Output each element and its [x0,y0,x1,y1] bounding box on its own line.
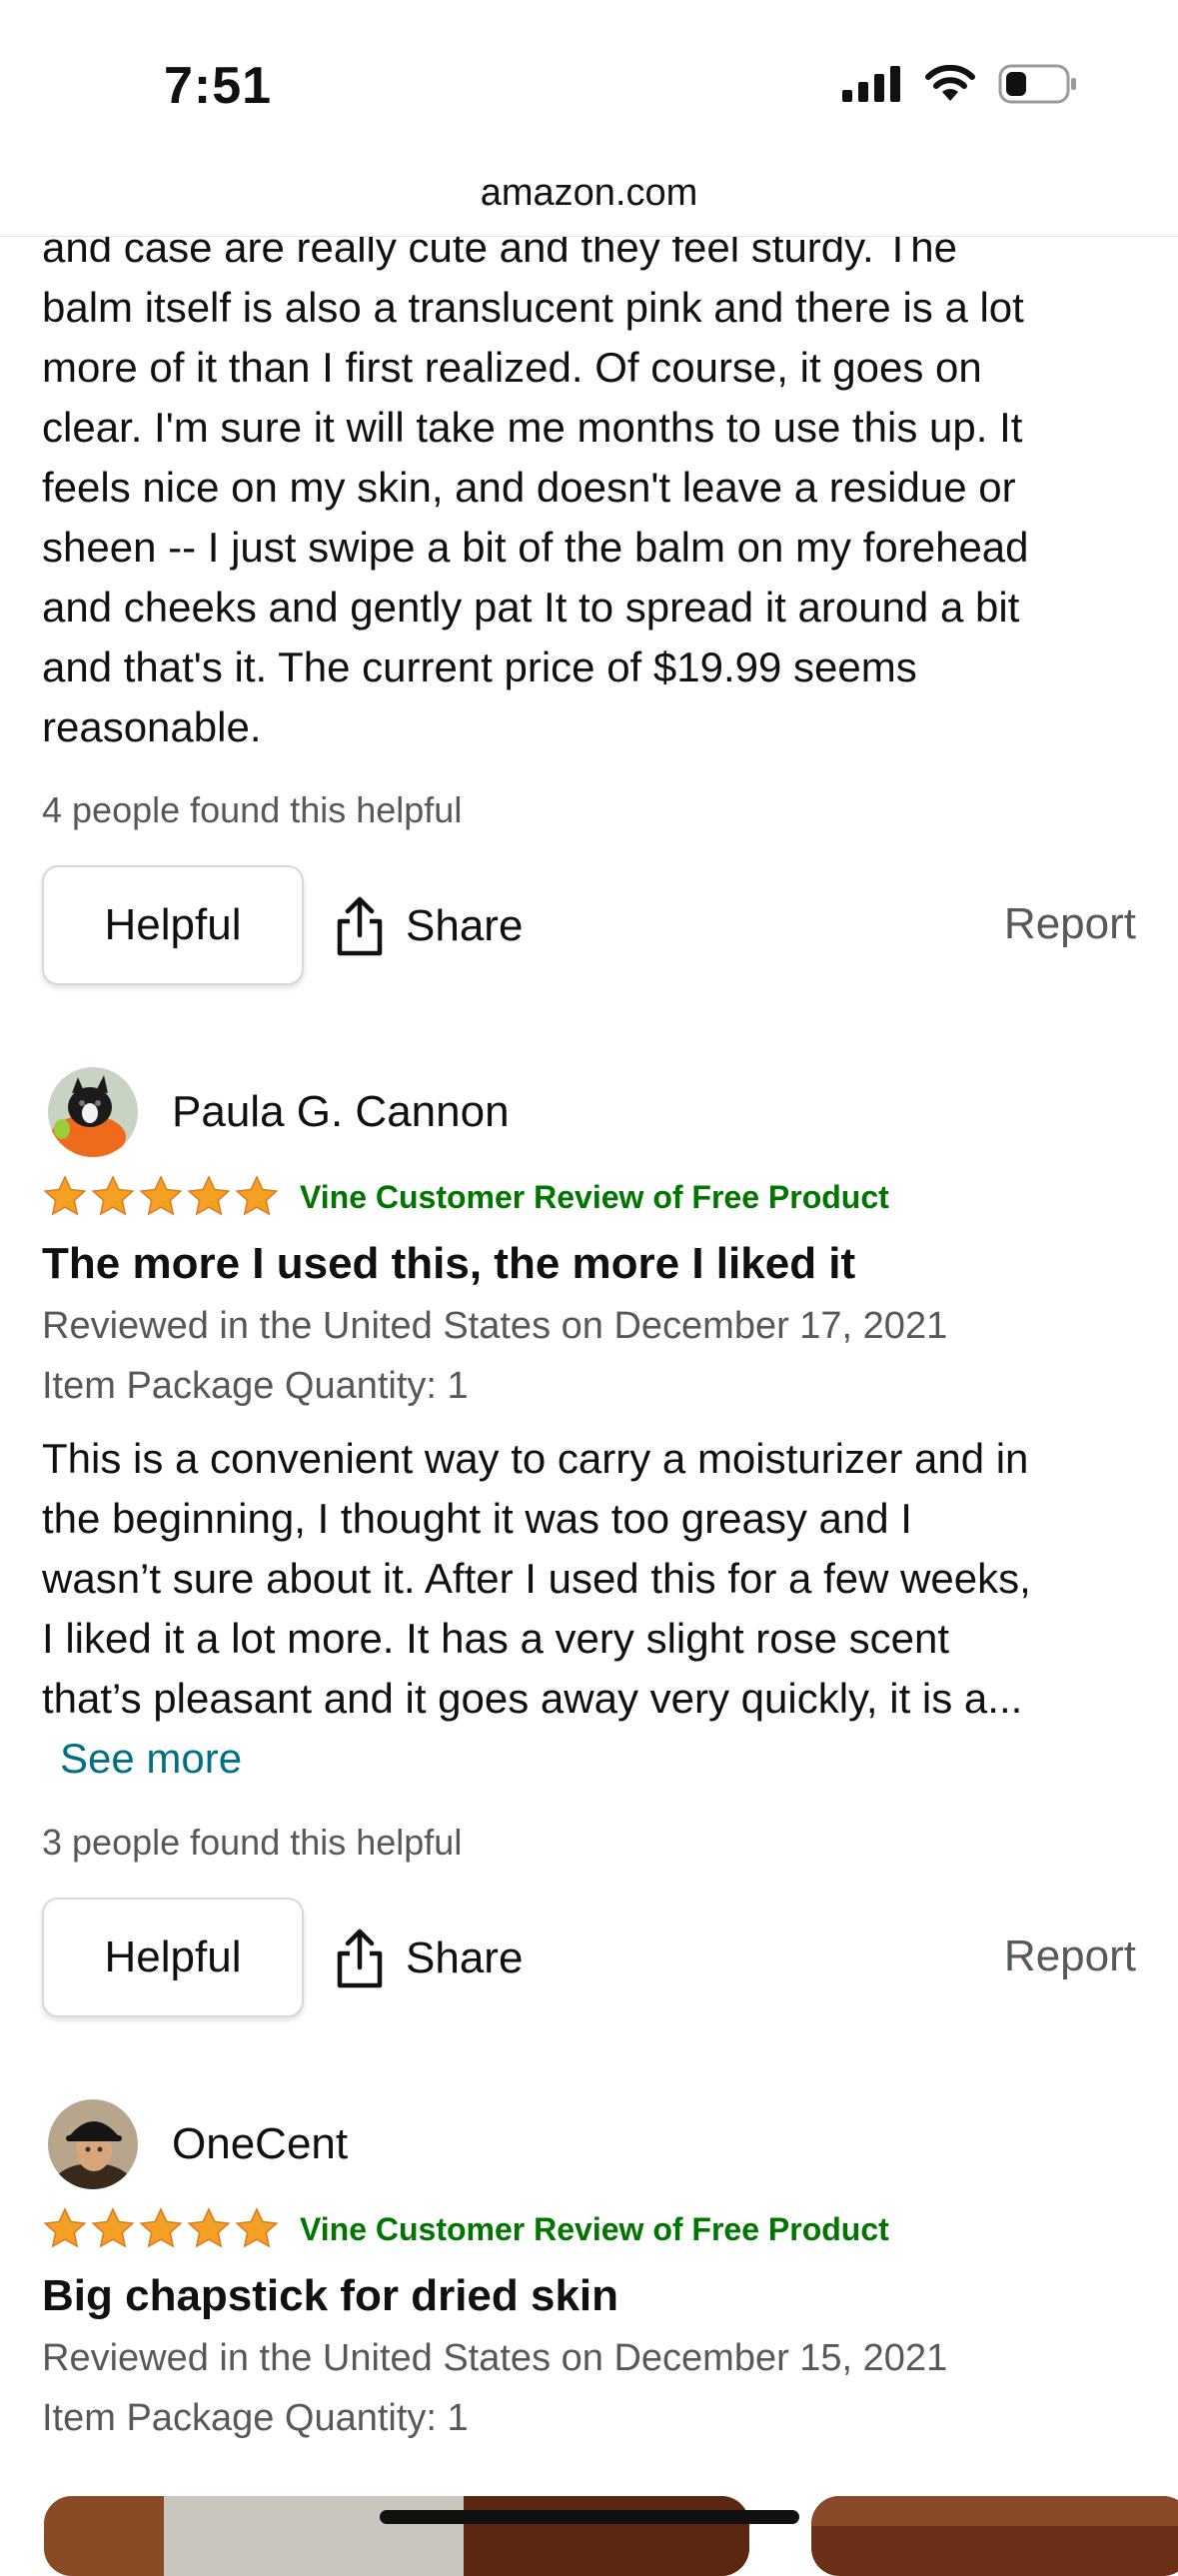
avatar-image [48,2099,138,2189]
star-icon [235,2207,279,2248]
review-title: Big chapstick for dried skin [42,2271,619,2320]
share-icon [337,896,383,956]
review-body: This is a convenient way to carry a mois… [42,1429,1141,1789]
review-body-previous: and case are really cute and they feel s… [42,218,1141,757]
review-line: more of it than I first realized. Of cou… [42,344,982,391]
status-time: 7:51 [164,57,273,115]
share-label: Share [406,901,524,950]
review-title: The more I used this, the more I liked i… [42,1239,856,1288]
star-rating [42,1175,280,1219]
item-package-quantity: Item Package Quantity: 1 [42,1365,469,1407]
helpful-button[interactable]: Helpful [42,865,304,985]
review-line: feels nice on my skin, and doesn't leave… [42,464,1016,511]
star-icon [187,1175,231,1216]
helpful-count: 4 people found this helpful [42,789,463,830]
reviewer-row[interactable]: Paula G. Cannon [48,1067,510,1157]
review-line: that’s pleasant and it goes away very qu… [42,1675,1023,1722]
item-package-quantity: Item Package Quantity: 1 [42,2397,469,2439]
wifi-icon [925,65,975,101]
url-label[interactable]: amazon.com [0,172,1178,215]
home-indicator [380,2510,799,2524]
star-icon [43,1175,87,1216]
vine-badge: Vine Customer Review of Free Product [300,2210,889,2247]
review-date: Reviewed in the United States on Decembe… [42,2337,948,2379]
share-button[interactable]: Share [334,895,523,957]
star-icon [43,2207,87,2248]
review-line: This is a convenient way to carry a mois… [42,1435,1029,1482]
report-link[interactable]: Report [1004,1932,1136,1981]
review-line: wasn’t sure about it. After I used this … [42,1555,1031,1602]
helpful-button[interactable]: Helpful [42,1898,304,2017]
review-photo[interactable] [44,2496,749,2576]
review-date: Reviewed in the United States on Decembe… [42,1305,948,1347]
star-icon [139,1175,183,1216]
star-icon [91,1175,135,1216]
vine-badge: Vine Customer Review of Free Product [300,1178,889,1215]
review-line: clear. I'm sure it will take me months t… [42,404,1023,451]
review-actions: Helpful Share Report [42,1898,1136,2021]
reviewer-name: OneCent [172,2119,349,2168]
status-icons [842,64,1078,104]
star-icon [91,2207,135,2248]
star-icon [235,1175,279,1216]
review-line: reasonable. [42,703,262,750]
share-label: Share [406,1933,524,1982]
helpful-count: 3 people found this helpful [42,1822,463,1863]
battery-icon [998,64,1076,104]
star-icon [187,2207,231,2248]
report-link[interactable]: Report [1004,899,1136,949]
review-photo[interactable] [811,2496,1178,2576]
reviewer-name: Paula G. Cannon [172,1087,510,1136]
rating-row: Vine Customer Review of Free Product [42,2207,889,2251]
review-actions: Helpful Share Report [42,865,1136,989]
review-line: and cheeks and gently pat It to spread i… [42,584,1020,631]
cellular-signal-icon [842,66,900,102]
share-button[interactable]: Share [334,1928,523,1989]
review-line: balm itself is also a translucent pink a… [42,284,1024,331]
review-line: and that's it. The current price of $19.… [42,644,917,690]
review-line: the beginning, I thought it was too grea… [42,1495,912,1542]
reviewer-row[interactable]: OneCent [48,2099,348,2189]
avatar-image [48,1067,138,1157]
review-line: sheen -- I just swipe a bit of the balm … [42,524,1029,571]
review-line: I liked it a lot more. It has a very sli… [42,1615,950,1662]
see-more-link[interactable]: See more [60,1735,242,1782]
rating-row: Vine Customer Review of Free Product [42,1175,889,1219]
star-rating [42,2207,280,2251]
browser-header: 7:51 amazon.com [0,0,1178,237]
share-icon [337,1929,383,1988]
star-icon [139,2207,183,2248]
